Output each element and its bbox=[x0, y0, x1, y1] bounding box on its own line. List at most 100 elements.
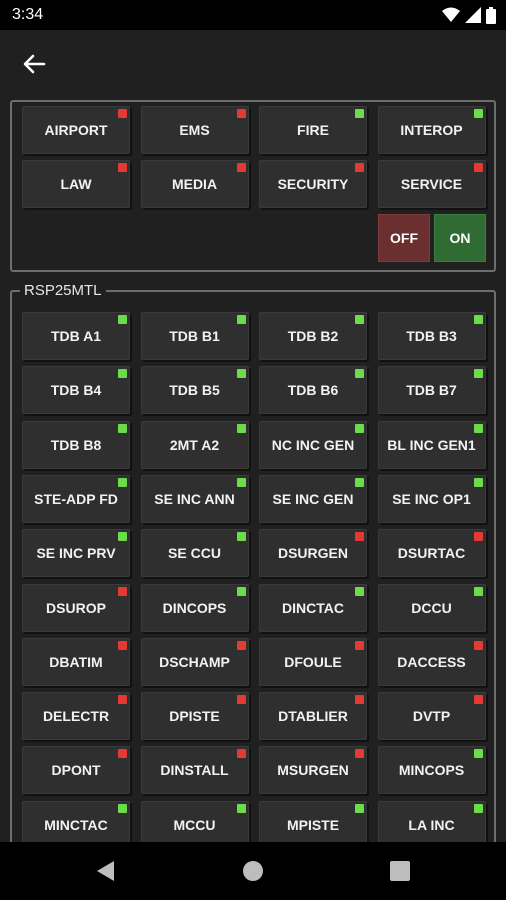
status-led-icon bbox=[236, 423, 246, 433]
status-led-icon bbox=[236, 586, 246, 596]
status-led-icon bbox=[355, 369, 364, 379]
status-led-icon bbox=[236, 695, 246, 705]
status-led-icon bbox=[473, 369, 483, 379]
button-label: MINCOPS bbox=[398, 762, 465, 779]
dpiste-button[interactable]: DPISTE bbox=[140, 692, 249, 741]
se-ccu-button[interactable]: SE CCU bbox=[140, 529, 249, 578]
button-label: TDB B8 bbox=[50, 436, 102, 453]
bl-inc-gen1-button[interactable]: BL INC GEN1 bbox=[377, 420, 486, 469]
law-button[interactable]: LAW bbox=[22, 160, 130, 208]
status-led-icon bbox=[118, 586, 127, 596]
button-label: TDB B7 bbox=[406, 382, 457, 399]
tdb-b5-button[interactable]: TDB B5 bbox=[140, 366, 249, 415]
status-led-icon bbox=[355, 695, 364, 705]
status-bar: 3:34 bbox=[0, 0, 506, 30]
dincops-button[interactable]: DINCOPS bbox=[140, 583, 249, 632]
status-led-icon bbox=[355, 477, 364, 487]
status-led-icon bbox=[473, 749, 483, 759]
status-led-icon bbox=[355, 586, 364, 596]
fire-button[interactable]: FIRE bbox=[259, 106, 367, 154]
button-label: LA INC bbox=[408, 816, 455, 833]
status-led-icon bbox=[118, 803, 127, 813]
status-led-icon bbox=[473, 163, 483, 172]
tdb-b4-button[interactable]: TDB B4 bbox=[22, 366, 130, 415]
dtablier-button[interactable]: DTABLIER bbox=[259, 692, 367, 741]
status-icons bbox=[442, 6, 496, 24]
panel-title: RSP25MTL bbox=[20, 282, 106, 299]
status-led-icon bbox=[118, 640, 127, 650]
home-circle-icon[interactable] bbox=[241, 859, 265, 883]
dsurtac-button[interactable]: DSURTAC bbox=[377, 529, 486, 578]
button-label: NC INC GEN bbox=[271, 436, 355, 453]
button-label: TDB A1 bbox=[50, 328, 102, 344]
rsp-panel: RSP25MTL TDB A1 TDB B1 TDB B2 TDB B3 TDB B4 T… bbox=[10, 282, 496, 850]
recents-square-icon[interactable] bbox=[388, 859, 412, 883]
status-led-icon bbox=[118, 369, 127, 379]
button-label: LAW bbox=[60, 176, 92, 192]
status-led-icon bbox=[118, 163, 127, 172]
arrow-left-icon[interactable] bbox=[18, 48, 50, 80]
se-inc-gen-button[interactable]: SE INC GEN bbox=[259, 474, 367, 523]
button-label: MEDIA bbox=[171, 176, 218, 192]
se-inc-ann-button[interactable]: SE INC ANN bbox=[140, 474, 249, 523]
tdb-b6-button[interactable]: TDB B6 bbox=[259, 366, 367, 415]
mincops-button[interactable]: MINCOPS bbox=[377, 746, 486, 795]
service-button[interactable]: SERVICE bbox=[377, 160, 486, 208]
button-label: DELECTR bbox=[42, 708, 110, 725]
interop-button[interactable]: INTEROP bbox=[377, 106, 486, 154]
status-led-icon bbox=[473, 477, 483, 487]
tdb-b2-button[interactable]: TDB B2 bbox=[259, 312, 367, 360]
dvtp-button[interactable]: DVTP bbox=[377, 692, 486, 741]
security-button[interactable]: SECURITY bbox=[259, 160, 367, 208]
category-panel: AIRPORT EMS FIRE INTEROP LAW MEDIA SECURITY SER… bbox=[10, 100, 496, 272]
on-button[interactable]: ON bbox=[434, 214, 486, 262]
button-label: MCCU bbox=[173, 816, 216, 833]
button-label: DCCU bbox=[411, 599, 452, 616]
status-led-icon bbox=[236, 477, 246, 487]
dfoule-button[interactable]: DFOULE bbox=[259, 637, 367, 686]
button-label: MPISTE bbox=[286, 816, 340, 833]
dbatim-button[interactable]: DBATIM bbox=[22, 637, 130, 686]
ems-button[interactable]: EMS bbox=[140, 106, 249, 154]
signal-icon bbox=[465, 7, 481, 23]
dschamp-button[interactable]: DSCHAMP bbox=[140, 637, 249, 686]
status-led-icon bbox=[473, 640, 483, 650]
tdb-b3-button[interactable]: TDB B3 bbox=[377, 312, 486, 360]
status-led-icon bbox=[473, 532, 483, 542]
button-label: DSCHAMP bbox=[159, 653, 230, 670]
dsurop-button[interactable]: DSUROP bbox=[22, 583, 130, 632]
button-label: TDB B6 bbox=[287, 382, 339, 399]
status-led-icon bbox=[118, 423, 127, 433]
back-triangle-icon[interactable] bbox=[94, 859, 118, 883]
button-label: DSURTAC bbox=[397, 545, 466, 562]
tdb-a1-button[interactable]: TDB A1 bbox=[22, 312, 130, 360]
dpont-button[interactable]: DPONT bbox=[22, 746, 130, 795]
tdb-b7-button[interactable]: TDB B7 bbox=[377, 366, 486, 415]
off-button[interactable]: OFF bbox=[378, 214, 430, 262]
msurgen-button[interactable]: MSURGEN bbox=[259, 746, 367, 795]
tdb-b1-button[interactable]: TDB B1 bbox=[140, 312, 249, 360]
2mt-a2-button[interactable]: 2MT A2 bbox=[140, 420, 249, 469]
status-time: 3:34 bbox=[12, 6, 44, 23]
button-label: DINSTALL bbox=[160, 762, 229, 779]
delectr-button[interactable]: DELECTR bbox=[22, 692, 130, 741]
se-inc-prv-button[interactable]: SE INC PRV bbox=[22, 529, 130, 578]
airport-button[interactable]: AIRPORT bbox=[22, 106, 130, 154]
dccu-button[interactable]: DCCU bbox=[377, 583, 486, 632]
se-inc-op1-button[interactable]: SE INC OP1 bbox=[377, 474, 486, 523]
navigation-bar bbox=[0, 842, 506, 900]
button-label: SE INC GEN bbox=[272, 490, 354, 507]
dinctac-button[interactable]: DINCTAC bbox=[259, 583, 367, 632]
status-led-icon bbox=[236, 803, 246, 813]
tdb-b8-button[interactable]: TDB B8 bbox=[22, 420, 130, 469]
nc-inc-gen-button[interactable]: NC INC GEN bbox=[259, 420, 367, 469]
button-label: DSUROP bbox=[46, 599, 106, 616]
status-led-icon bbox=[473, 423, 483, 433]
dsurgen-button[interactable]: DSURGEN bbox=[259, 529, 367, 578]
ste-adp-fd-button[interactable]: STE-ADP FD bbox=[22, 474, 130, 523]
wifi-icon bbox=[442, 7, 460, 22]
button-label: TDB B5 bbox=[169, 382, 220, 399]
media-button[interactable]: MEDIA bbox=[140, 160, 249, 208]
dinstall-button[interactable]: DINSTALL bbox=[140, 746, 249, 795]
daccess-button[interactable]: DACCESS bbox=[377, 637, 486, 686]
